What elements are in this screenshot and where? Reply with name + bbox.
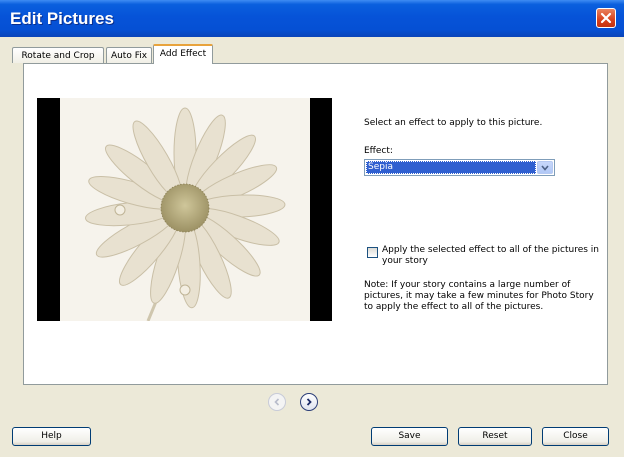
previous-picture-button[interactable] [268, 393, 286, 411]
effect-dropdown[interactable]: Sepia [364, 159, 555, 176]
window-close-button[interactable] [596, 8, 616, 28]
effect-selected-value: Sepia [366, 161, 536, 174]
next-picture-button[interactable] [300, 393, 318, 411]
close-icon [600, 12, 612, 24]
title-bar: Edit Pictures [0, 0, 624, 37]
effect-note: Note: If your story contains a large num… [364, 280, 594, 312]
tab-auto-fix[interactable]: Auto Fix [106, 47, 152, 63]
save-button[interactable]: Save [371, 427, 448, 446]
close-button[interactable]: Close [542, 427, 609, 446]
apply-all-checkbox[interactable] [367, 247, 378, 258]
chevron-right-icon [306, 398, 312, 406]
preview-image [60, 98, 310, 321]
picture-preview [37, 98, 332, 321]
reset-button[interactable]: Reset [458, 427, 532, 446]
effect-instruction: Select an effect to apply to this pictur… [364, 118, 543, 128]
window-title: Edit Pictures [10, 9, 114, 28]
add-effect-panel: Select an effect to apply to this pictur… [23, 63, 608, 385]
tab-rotate-and-crop[interactable]: Rotate and Crop [12, 47, 104, 63]
tab-add-effect[interactable]: Add Effect [153, 44, 213, 64]
effect-label: Effect: [364, 146, 393, 156]
chevron-left-icon [274, 398, 280, 406]
dropdown-arrow-button[interactable] [537, 161, 553, 174]
edit-pictures-window: Edit Pictures Rotate and Crop Auto Fix A… [0, 0, 624, 457]
apply-all-label[interactable]: Apply the selected effect to all of the … [382, 245, 602, 267]
chevron-down-icon [541, 165, 549, 171]
help-button[interactable]: Help [12, 427, 91, 446]
